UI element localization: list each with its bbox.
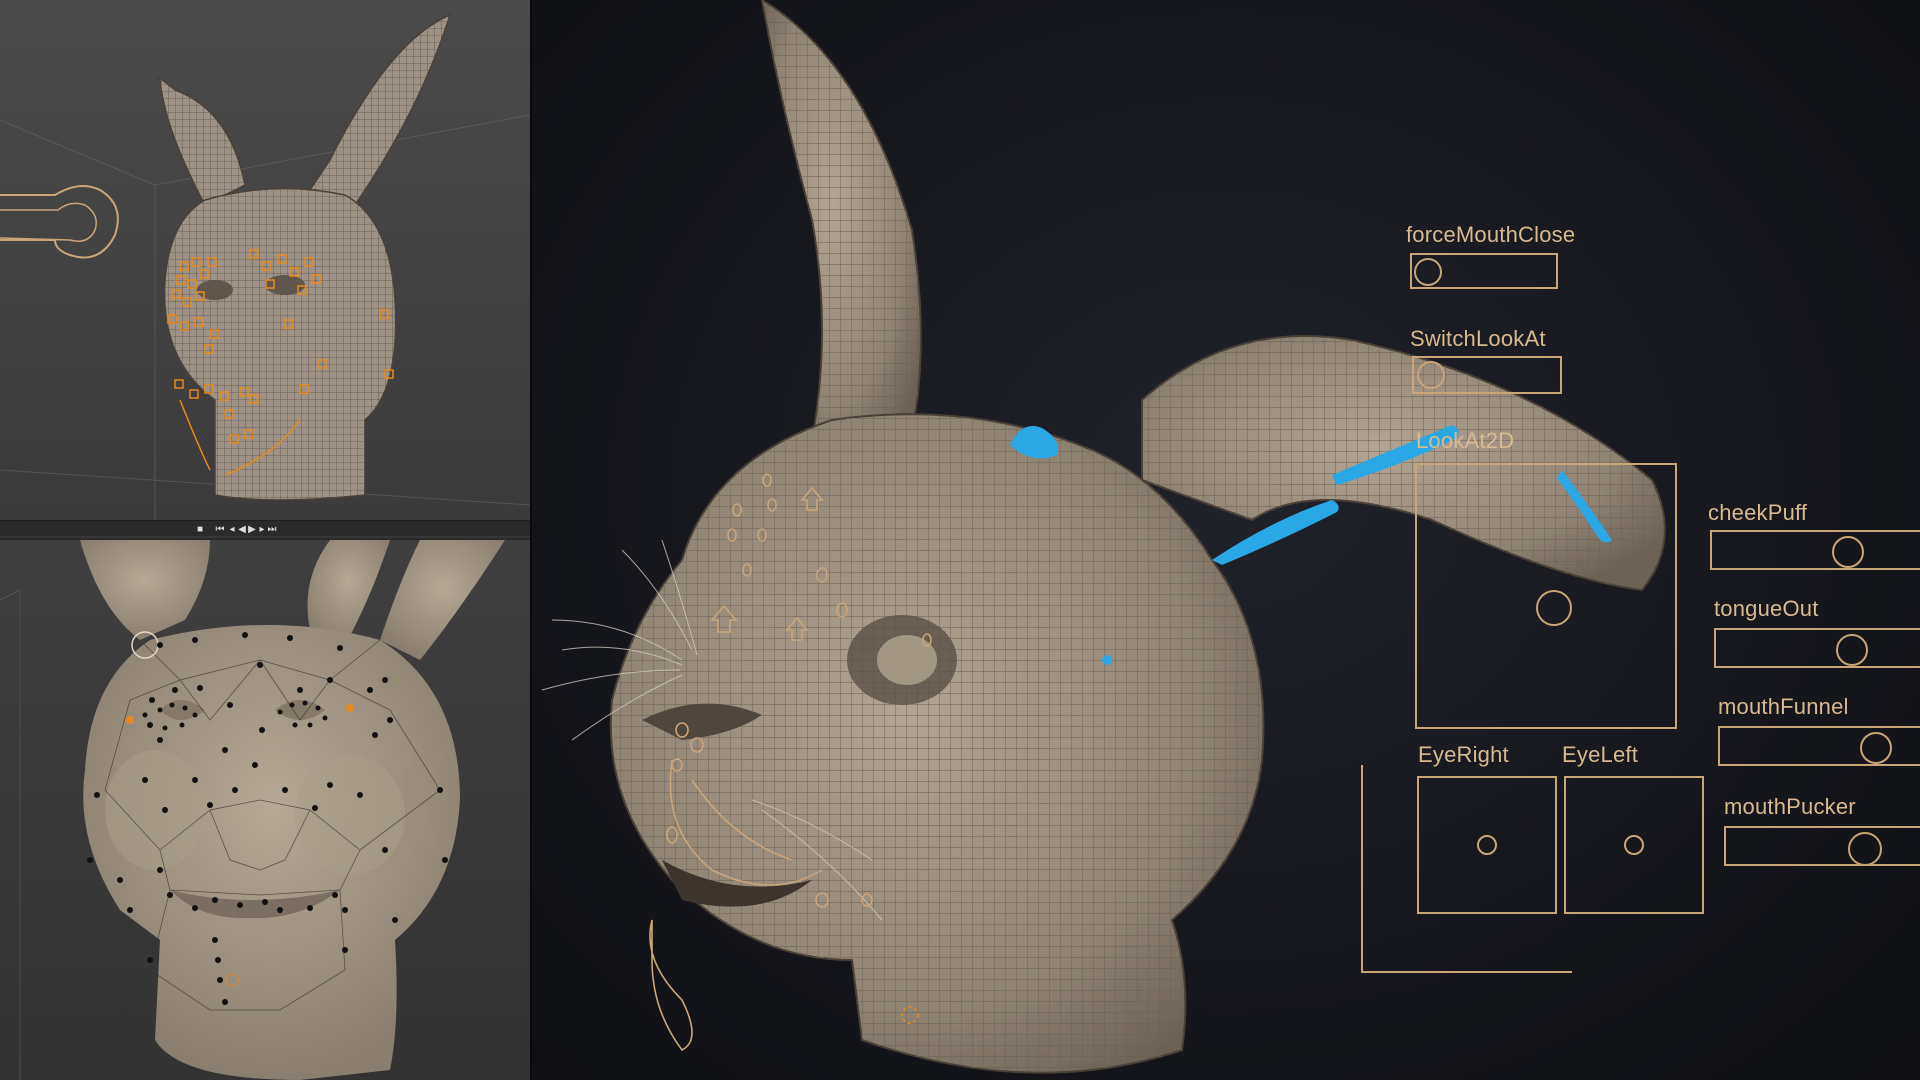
force-mouth-close-slider[interactable] (1410, 253, 1558, 289)
side-control-icon (0, 185, 119, 259)
eye-left-label: EyeLeft (1562, 742, 1639, 767)
mouth-pucker-knob[interactable] (1848, 832, 1882, 866)
face-joints-viewport[interactable] (0, 540, 530, 1080)
look-at-2d-knob[interactable] (1536, 590, 1572, 626)
tongue-out-slider[interactable] (1714, 628, 1920, 668)
go-start-icon[interactable]: ⏮ (215, 525, 225, 535)
go-end-icon[interactable]: ⏭ (267, 525, 277, 535)
selected-joint-left-icon (126, 716, 134, 724)
eye-right-knob[interactable] (1477, 835, 1497, 855)
mouth-funnel-slider[interactable] (1718, 726, 1920, 766)
switch-look-at-slider[interactable] (1412, 356, 1562, 394)
play-icon[interactable]: ▶ (247, 525, 257, 535)
mouth-pucker-label: mouthPucker (1724, 794, 1856, 819)
wireframe-scene (0, 13, 530, 520)
cheek-puff-label: cheekPuff (1708, 500, 1808, 525)
step-forward-icon[interactable]: ▸ (257, 525, 267, 535)
switch-look-at-label: SwitchLookAt (1410, 326, 1546, 351)
stop-icon[interactable]: ■ (195, 525, 205, 535)
cheek-puff-slider[interactable] (1710, 530, 1920, 570)
cheek-puff-knob[interactable] (1832, 536, 1864, 568)
eye-left-knob[interactable] (1624, 835, 1644, 855)
play-back-icon[interactable]: ◀ (237, 525, 247, 535)
look-at-2d-pad[interactable] (1415, 463, 1677, 729)
force-mouth-close-knob[interactable] (1414, 258, 1442, 286)
joint-scene (0, 540, 505, 1080)
mouth-funnel-knob[interactable] (1860, 732, 1892, 764)
facial-controls-viewport[interactable]: forceMouthClose SwitchLookAt LookAt2D ch… (530, 0, 1920, 1080)
force-mouth-close-label: forceMouthClose (1406, 222, 1576, 247)
tongue-out-label: tongueOut (1714, 596, 1819, 621)
eye-right-label: EyeRight (1418, 742, 1509, 767)
eye-left-pad[interactable] (1564, 776, 1704, 914)
eye-right-pad[interactable] (1417, 776, 1557, 914)
switch-look-at-knob[interactable] (1417, 361, 1445, 389)
selected-joint-right-icon (346, 704, 354, 712)
timeline-bar[interactable]: ■ ⏮ ◂ ◀ ▶ ▸ ⏭ (0, 520, 530, 542)
tongue-out-knob[interactable] (1836, 634, 1868, 666)
look-at-2d-label: LookAt2D (1416, 428, 1515, 453)
step-back-icon[interactable]: ◂ (227, 525, 237, 535)
mouth-pucker-slider[interactable] (1724, 826, 1920, 866)
wireframe-rig-viewport[interactable] (0, 0, 530, 520)
mouth-funnel-label: mouthFunnel (1718, 694, 1849, 719)
